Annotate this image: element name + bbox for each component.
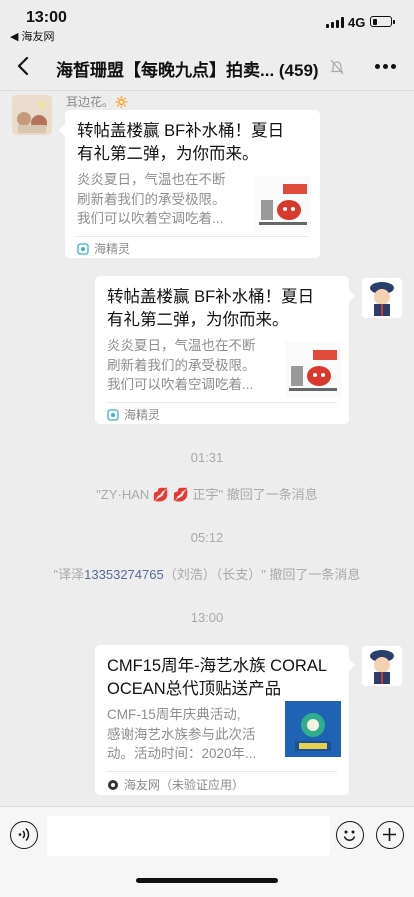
mini-app-icon — [77, 242, 89, 255]
card-thumbnail — [255, 176, 311, 232]
card-divider — [77, 236, 308, 237]
card-thumbnail — [285, 342, 341, 398]
phone-link[interactable]: 13353274765 — [84, 567, 164, 582]
emoji-button[interactable] — [336, 821, 364, 849]
link-card[interactable]: 转帖盖楼赢 BF补水桶！夏日 有礼第二弹，为你而来。 炎炎夏日，气温也在不断 刷… — [59, 110, 320, 258]
message-input[interactable] — [47, 816, 330, 856]
chat-area[interactable]: 耳边花。🔅 转帖盖楼赢 BF补水桶！夏日 有礼第二弹，为你而来。 炎炎夏日，气温… — [0, 90, 414, 806]
back-arrow-icon[interactable] — [12, 54, 36, 78]
card-description: CMF-15周年庆典活动, 感谢海艺水族参与此次活 动。活动时间：2020年..… — [107, 707, 257, 761]
link-card[interactable]: 转帖盖楼赢 BF补水桶！夏日 有礼第二弹，为你而来。 炎炎夏日，气温也在不断 刷… — [95, 276, 355, 424]
timestamp: 05:12 — [190, 530, 224, 545]
card-title: CMF15周年-海艺水族 CORAL OCEAN总代顶贴送产品 — [107, 657, 328, 698]
nav-bar: 海皙珊盟【每晚九点】拍卖... (459) — [0, 44, 414, 91]
timestamp: 13:00 — [190, 610, 224, 625]
recall-notice: "译泽13353274765（刘浩）（长支）" 撤回了一条消息 — [53, 567, 361, 582]
card-source: 海精灵 — [77, 240, 130, 257]
card-title: 转帖盖楼赢 BF补水桶！夏日 有礼第二弹，为你而来。 — [77, 122, 285, 163]
plus-icon — [383, 828, 396, 841]
my-avatar[interactable] — [362, 646, 402, 686]
back-to-app-link[interactable]: ◀ 海友网 — [10, 28, 55, 44]
more-options-icon[interactable] — [375, 64, 397, 70]
battery-icon — [370, 16, 395, 27]
timestamp: 01:31 — [190, 450, 224, 465]
network-type: 4G — [348, 15, 366, 30]
recall-notice: "ZY·HAN 💋 💋 正宇" 撤回了一条消息 — [96, 487, 318, 502]
mini-app-icon — [107, 408, 119, 421]
voice-icon — [18, 827, 30, 842]
mute-bell-icon — [330, 59, 344, 75]
voice-input-button[interactable] — [10, 821, 38, 849]
smiley-icon — [343, 830, 356, 842]
card-divider — [107, 402, 337, 403]
card-source: 海精灵 — [107, 406, 160, 423]
sender-name: 耳边花。🔅 — [66, 95, 129, 109]
card-description: 炎炎夏日，气温也在不断 刷新着我们的承受极限。 我们可以吹着空调吃着... — [77, 172, 226, 226]
status-bar: 13:00 ◀ 海友网 4G — [0, 0, 414, 44]
signal-icon — [326, 17, 344, 28]
more-functions-button[interactable] — [376, 821, 404, 849]
input-bar — [0, 806, 414, 897]
card-divider — [107, 771, 337, 772]
card-source: 海友网（未验证应用） — [107, 776, 244, 793]
card-title: 转帖盖楼赢 BF补水桶！夏日 有礼第二弹，为你而来。 — [107, 288, 315, 329]
home-indicator — [136, 878, 278, 883]
sender-avatar[interactable] — [12, 95, 52, 135]
card-thumbnail — [285, 701, 341, 757]
card-description: 炎炎夏日，气温也在不断 刷新着我们的承受极限。 我们可以吹着空调吃着... — [107, 338, 256, 392]
status-time: 13:00 — [26, 9, 67, 26]
chat-title: 海皙珊盟【每晚九点】拍卖... (459) — [56, 61, 319, 80]
site-icon — [108, 779, 118, 790]
my-avatar[interactable] — [362, 278, 402, 318]
link-card[interactable]: CMF15周年-海艺水族 CORAL OCEAN总代顶贴送产品 CMF-15周年… — [95, 645, 355, 795]
